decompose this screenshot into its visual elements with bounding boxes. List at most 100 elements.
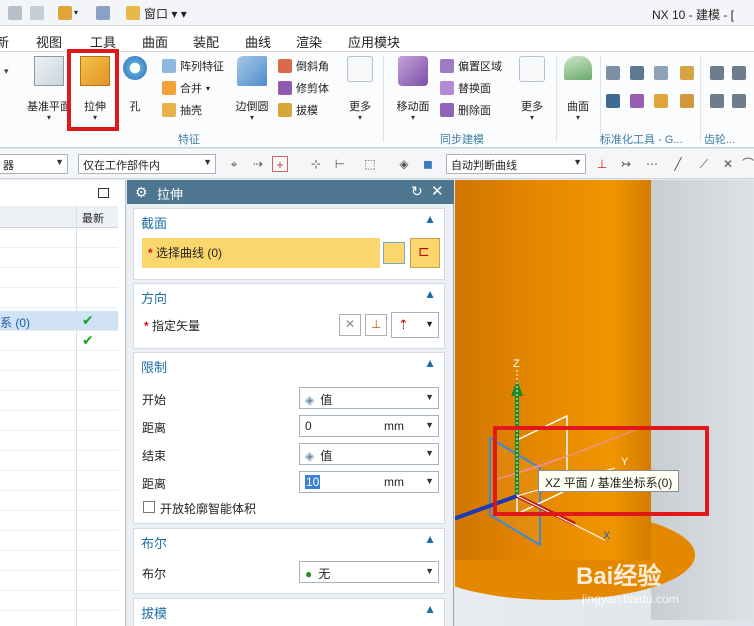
dim-icon[interactable]: ⊢ [332, 156, 348, 172]
offset-region-button[interactable]: 偏置区域 [440, 56, 502, 76]
menu-new[interactable]: 新 [0, 32, 9, 51]
table-row[interactable] [0, 411, 118, 431]
arc-icon[interactable]: ⌒ [740, 156, 754, 172]
wcs-icon[interactable]: ⊹ [308, 156, 324, 172]
draft-button[interactable]: 拔模 [278, 100, 318, 120]
menu-assembly[interactable]: 装配 [193, 32, 219, 51]
table-row[interactable] [0, 431, 118, 451]
replace-face-button[interactable]: 替换面 [440, 78, 491, 98]
table-row-selected[interactable]: 系 (0) ✔ [0, 311, 118, 331]
table-row[interactable] [0, 371, 118, 391]
diagonal-icon[interactable]: ⟋ [696, 156, 712, 172]
menu-view[interactable]: 视图 [36, 32, 62, 51]
reverse-direction-icon[interactable]: ✕ [339, 314, 361, 336]
cube-icon[interactable]: ◼ [420, 156, 436, 172]
more-features-button[interactable]: 更多 ▾ [342, 56, 378, 122]
start-distance-input[interactable]: 0 mm ▼ [299, 415, 439, 437]
curve-tool-icon-2[interactable]: ⋯ [644, 156, 660, 172]
vector-dialog-icon[interactable]: ⊥ [365, 314, 387, 336]
gear-tool-icon-3[interactable] [710, 94, 724, 108]
table-row[interactable] [0, 531, 118, 551]
chevron-up-icon[interactable]: ▲ [424, 212, 436, 226]
table-row[interactable] [0, 471, 118, 491]
table-row[interactable] [0, 288, 118, 308]
std-tool-icon-3[interactable] [654, 66, 668, 80]
curve-select-icon[interactable]: ⊏ [410, 238, 440, 268]
unite-button[interactable]: 合并 ▾ [162, 78, 210, 98]
intersect-icon[interactable]: ✕ [720, 156, 736, 172]
surface-button[interactable]: 曲面 ▾ [560, 56, 596, 122]
gear-tool-icon-1[interactable] [710, 66, 724, 80]
table-row[interactable] [0, 268, 118, 288]
gear-tool-icon-2[interactable] [732, 66, 746, 80]
type-filter-select[interactable]: 器 ▼ [0, 154, 68, 174]
table-row[interactable] [0, 571, 118, 591]
std-tool-icon-2[interactable] [630, 66, 644, 80]
reset-icon[interactable]: ↻ [411, 183, 423, 200]
table-row[interactable] [0, 511, 118, 531]
hole-button[interactable]: 孔 [118, 56, 152, 114]
std-tool-icon-5[interactable] [606, 94, 620, 108]
end-select[interactable]: ◈ 值 ▼ [299, 443, 439, 465]
paste-icon[interactable] [28, 4, 46, 22]
table-row[interactable]: ✔ [0, 331, 118, 351]
curve-rule-select[interactable]: 自动判断曲线 ▼ [446, 154, 586, 174]
eraser-icon[interactable]: ◈ [396, 156, 412, 172]
shell-button[interactable]: 抽壳 [162, 100, 202, 120]
table-row[interactable] [0, 228, 118, 248]
table-row[interactable] [0, 591, 118, 611]
boolean-select[interactable]: ● 无 ▼ [299, 561, 439, 583]
scope-select[interactable]: 仅在工作部件内 ▼ [78, 154, 216, 174]
table-row[interactable] [0, 491, 118, 511]
chevron-up-icon[interactable]: ▲ [424, 532, 436, 546]
start-select[interactable]: ◈ 值 ▼ [299, 387, 439, 409]
between-icon[interactable]: ⊥ [594, 156, 610, 172]
end-distance-input[interactable]: 10 mm ▼ [299, 471, 439, 493]
move-face-icon [398, 56, 428, 86]
chevron-up-icon[interactable]: ▲ [424, 602, 436, 616]
open-profile-checkbox[interactable] [143, 501, 155, 513]
table-row[interactable] [0, 248, 118, 268]
window-icon[interactable] [124, 4, 142, 22]
delete-face-button[interactable]: 删除面 [440, 100, 491, 120]
line-icon[interactable]: ╱ [670, 156, 686, 172]
pattern-feature-button[interactable]: 阵列特征 [162, 56, 224, 76]
menu-render[interactable]: 渲染 [296, 32, 322, 51]
chevron-up-icon[interactable]: ▲ [424, 287, 436, 301]
select-icon[interactable]: + [272, 156, 288, 172]
table-row[interactable] [0, 391, 118, 411]
gear-tool-icon-4[interactable] [732, 94, 746, 108]
close-icon[interactable]: ✕ [431, 182, 444, 200]
more-sync-button[interactable]: 更多 ▾ [514, 56, 550, 122]
std-tool-icon-4[interactable] [680, 66, 694, 80]
vector-type-select[interactable]: ⇡ ▼ [391, 312, 439, 338]
snap-icon[interactable]: ⌖ [226, 156, 242, 172]
copy-icon[interactable] [6, 4, 24, 22]
chevron-up-icon[interactable]: ▲ [424, 356, 436, 370]
menu-surface[interactable]: 曲面 [142, 32, 168, 51]
edge-blend-button[interactable]: 边倒圆 ▾ [230, 56, 274, 122]
filter-icon[interactable]: ⇢ [250, 156, 266, 172]
table-row[interactable] [0, 551, 118, 571]
gear-icon[interactable]: ⚙ [135, 184, 148, 201]
chevron-down-icon[interactable]: ▾ [74, 4, 84, 22]
move-face-button[interactable]: 移动面 ▾ [392, 56, 434, 122]
sketch-section-icon[interactable] [383, 242, 405, 264]
select-curve-row[interactable]: * 选择曲线 (0) [142, 238, 380, 268]
rect-select-icon[interactable]: ⬚ [362, 156, 378, 172]
trim-body-button[interactable]: 修剪体 [278, 78, 329, 98]
table-row[interactable] [0, 351, 118, 371]
std-tool-icon-8[interactable] [680, 94, 694, 108]
std-tool-icon-6[interactable] [630, 94, 644, 108]
curve-tool-icon-1[interactable]: ↣ [618, 156, 634, 172]
window-menu[interactable]: 窗口 ▾ ▾ [144, 5, 187, 22]
chamfer-button[interactable]: 倒斜角 [278, 56, 329, 76]
std-tool-icon-1[interactable] [606, 66, 620, 80]
table-row[interactable] [0, 451, 118, 471]
maximize-icon[interactable] [98, 188, 109, 198]
menu-curve[interactable]: 曲线 [245, 32, 271, 51]
book-icon[interactable] [56, 4, 74, 22]
brush-icon[interactable] [94, 4, 112, 22]
menu-application[interactable]: 应用模块 [348, 32, 400, 51]
std-tool-icon-7[interactable] [654, 94, 668, 108]
